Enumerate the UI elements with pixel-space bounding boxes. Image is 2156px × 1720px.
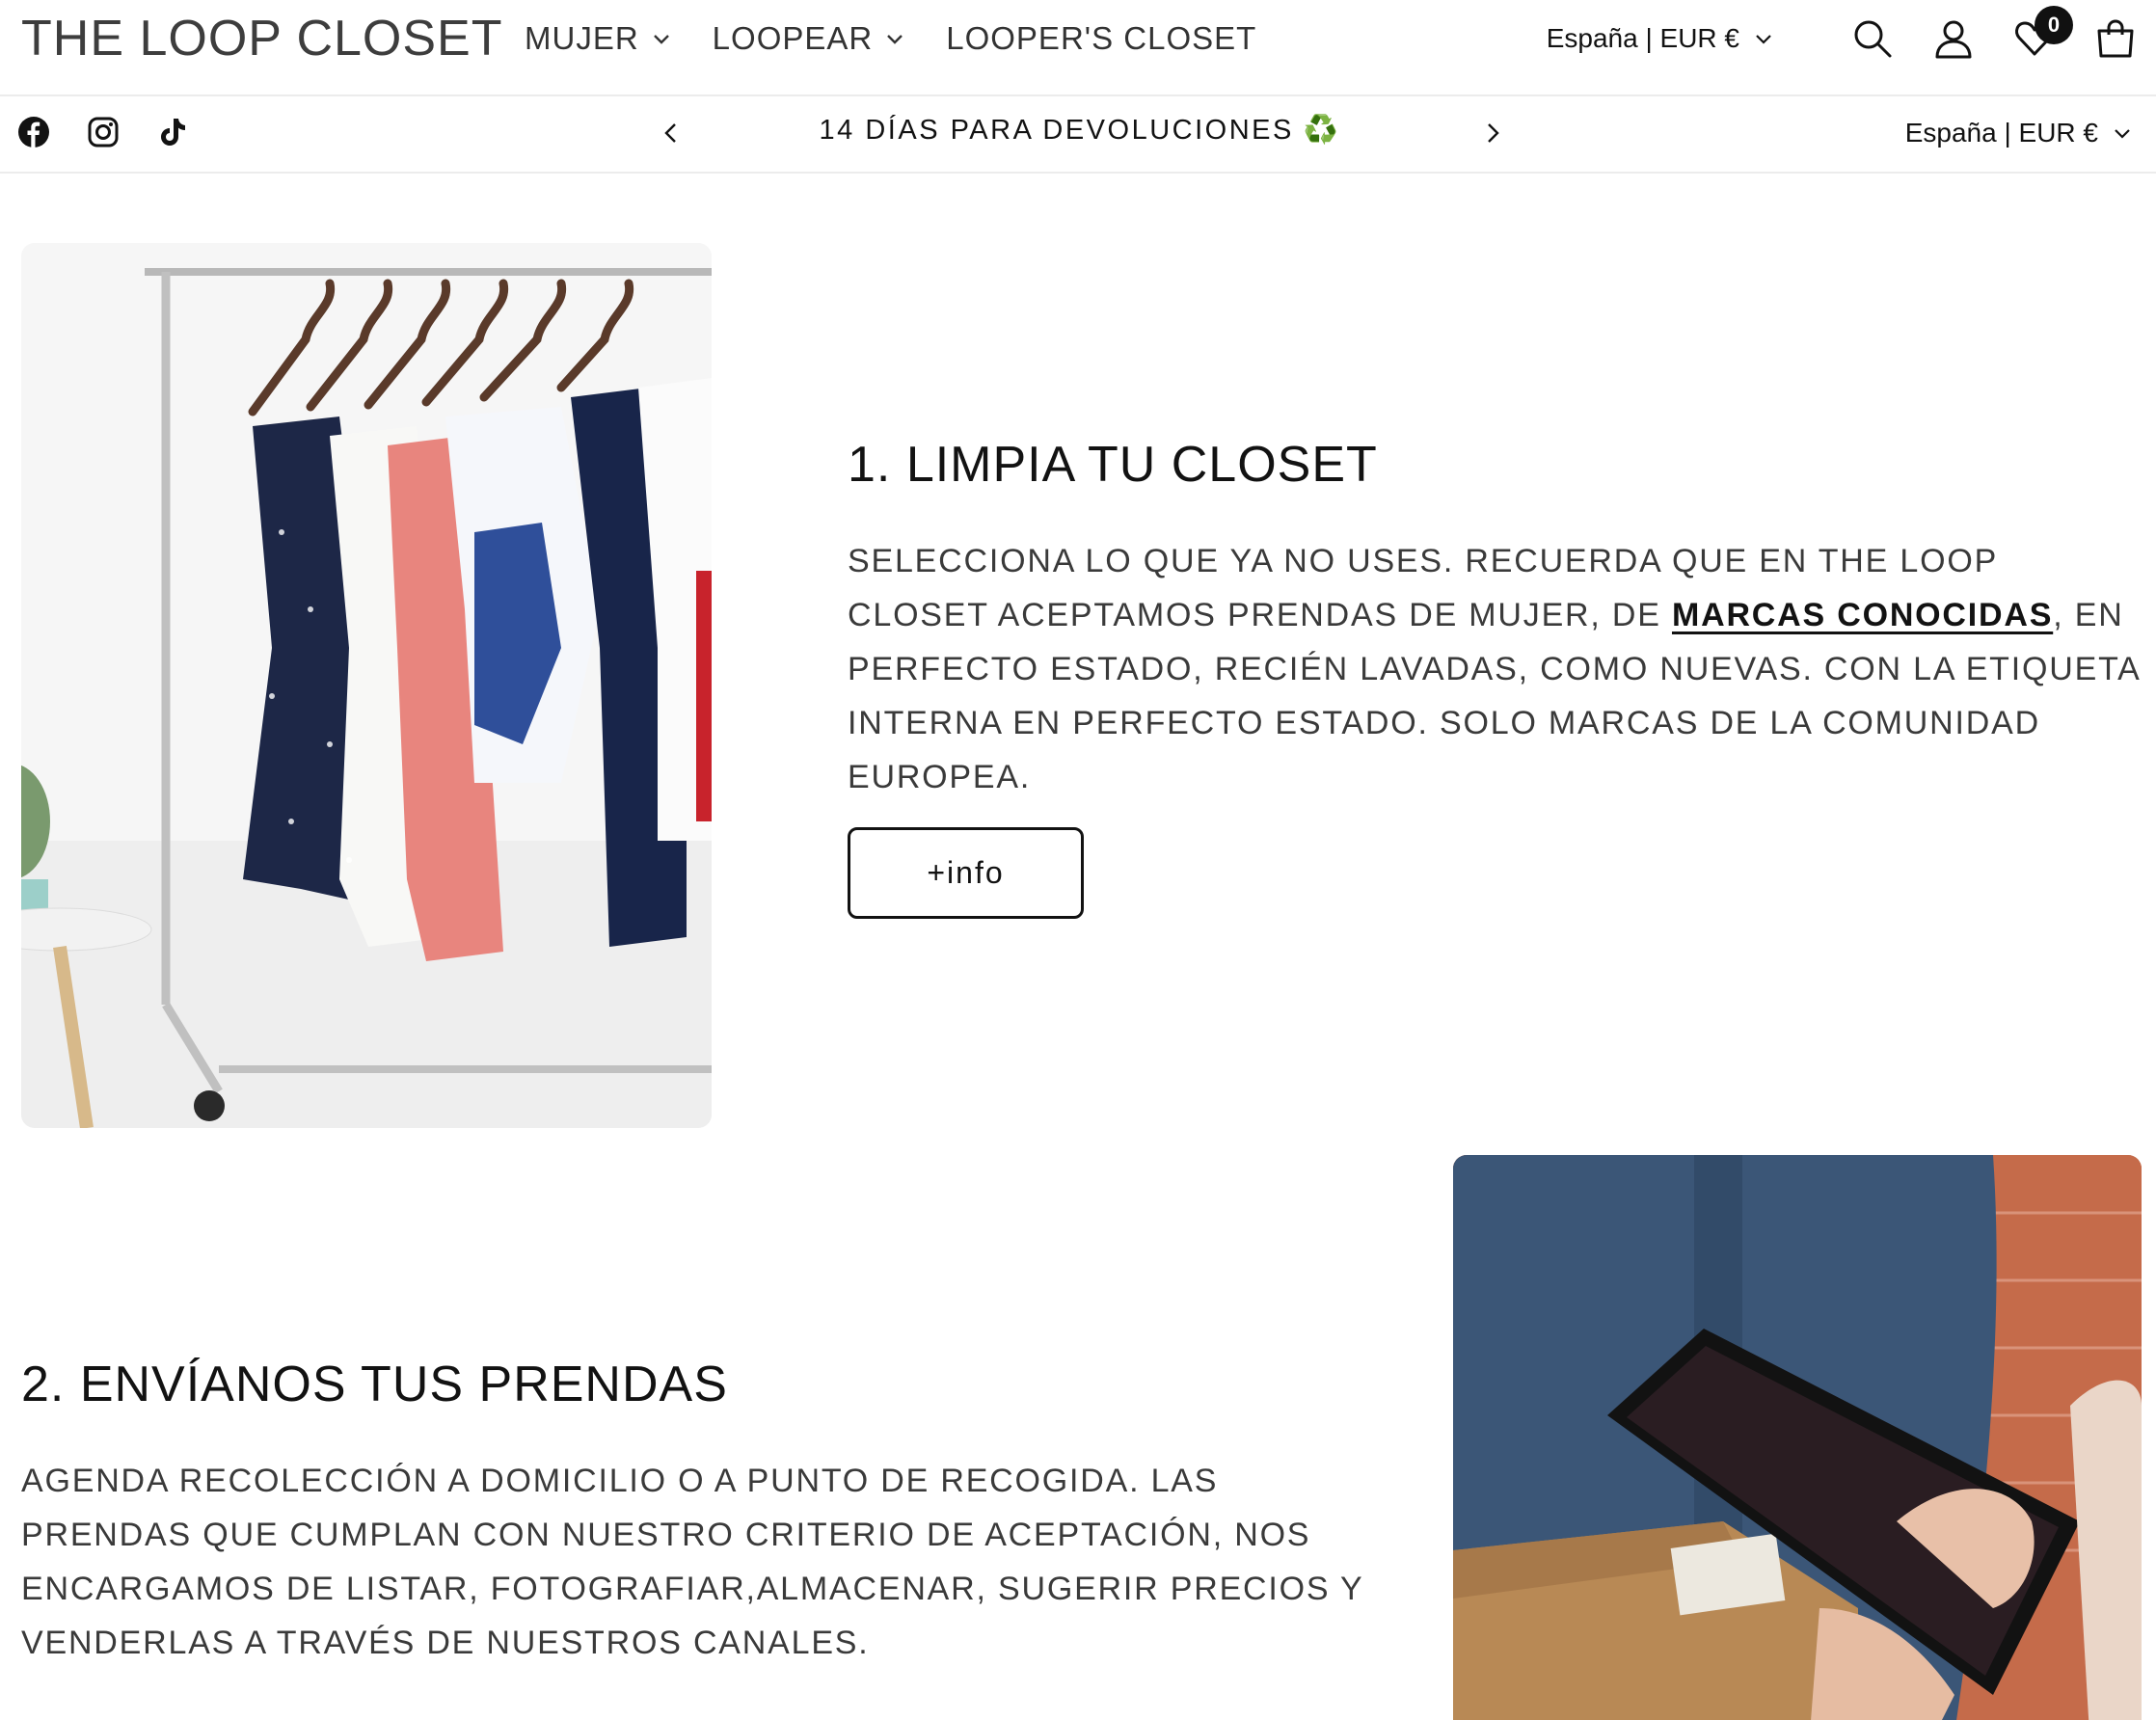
- locale-selector[interactable]: España | EUR €: [1547, 23, 1772, 54]
- chevron-right-icon[interactable]: [1477, 118, 1508, 148]
- instagram-link[interactable]: [87, 116, 120, 148]
- chevron-down-icon: [653, 35, 669, 44]
- chevron-down-icon: [1756, 35, 1771, 44]
- nav-item-label: LOOPEAR: [712, 20, 874, 56]
- nav-item-loopear[interactable]: LOOPEAR: [713, 20, 904, 57]
- facebook-link[interactable]: [17, 116, 50, 148]
- social-links: [17, 116, 226, 148]
- locale-label: España | EUR €: [1904, 118, 2098, 148]
- announcement-text: 14 DÍAS PARA DEVOLUCIONES: [819, 115, 1294, 146]
- locale-selector-secondary[interactable]: España | EUR €: [1905, 118, 2131, 148]
- nav-item-label: LOOPER'S CLOSET: [946, 20, 1257, 56]
- account-button[interactable]: [1932, 17, 1975, 60]
- tiktok-icon: [161, 119, 185, 146]
- tiktok-link[interactable]: [156, 116, 189, 148]
- announcement-message: 14 DÍAS PARA DEVOLUCIONES ♻️: [733, 114, 1427, 147]
- main-nav: MUJER LOOPEAR LOOPER'S CLOSET: [525, 17, 1299, 60]
- step-2-title: 2. ENVÍANOS TUS PRENDAS: [21, 1357, 728, 1412]
- step-1-title: 1. LIMPIA TU CLOSET: [848, 437, 1378, 493]
- announcement-bar: 14 DÍAS PARA DEVOLUCIONES ♻️ España | EUR…: [0, 96, 2156, 174]
- cart-button[interactable]: [2094, 17, 2137, 60]
- instagram-icon: [88, 117, 119, 148]
- chevron-down-icon: [887, 35, 903, 44]
- recycle-icon: ♻️: [1303, 115, 1341, 146]
- locale-label: España | EUR €: [1546, 23, 1739, 53]
- known-brands-link[interactable]: MARCAS CONOCIDAS: [1672, 597, 2053, 633]
- account-icon: [1935, 20, 1972, 59]
- chevron-down-icon: [2115, 129, 2130, 139]
- nav-item-mujer[interactable]: MUJER: [525, 20, 670, 57]
- site-logo[interactable]: THE LOOP CLOSET: [21, 12, 503, 66]
- search-button[interactable]: [1851, 17, 1894, 60]
- wishlist-button[interactable]: 0: [2013, 6, 2073, 60]
- step-2-description: AGENDA RECOLECCIÓN A DOMICILIO O A PUNTO…: [21, 1463, 1363, 1661]
- wishlist-count-badge: 0: [2035, 6, 2073, 44]
- step-1-description: SELECCIONA LO QUE YA NO USES. RECUERDA Q…: [848, 534, 2140, 804]
- nav-item-label: MUJER: [525, 20, 639, 56]
- header-actions: España | EUR € 0: [1547, 6, 2137, 66]
- facebook-icon: [18, 117, 49, 148]
- nav-item-loopers-closet[interactable]: LOOPER'S CLOSET: [946, 20, 1256, 57]
- cart-icon: [2097, 19, 2134, 58]
- site-header: THE LOOP CLOSET MUJER LOOPEAR LOOPER'S C…: [0, 0, 2156, 96]
- search-icon: [1854, 20, 1892, 58]
- more-info-button[interactable]: +info: [848, 827, 1084, 919]
- clothing-rack-image: [21, 243, 712, 1128]
- courier-delivery-image: [1453, 1155, 2142, 1720]
- chevron-left-icon[interactable]: [656, 118, 687, 148]
